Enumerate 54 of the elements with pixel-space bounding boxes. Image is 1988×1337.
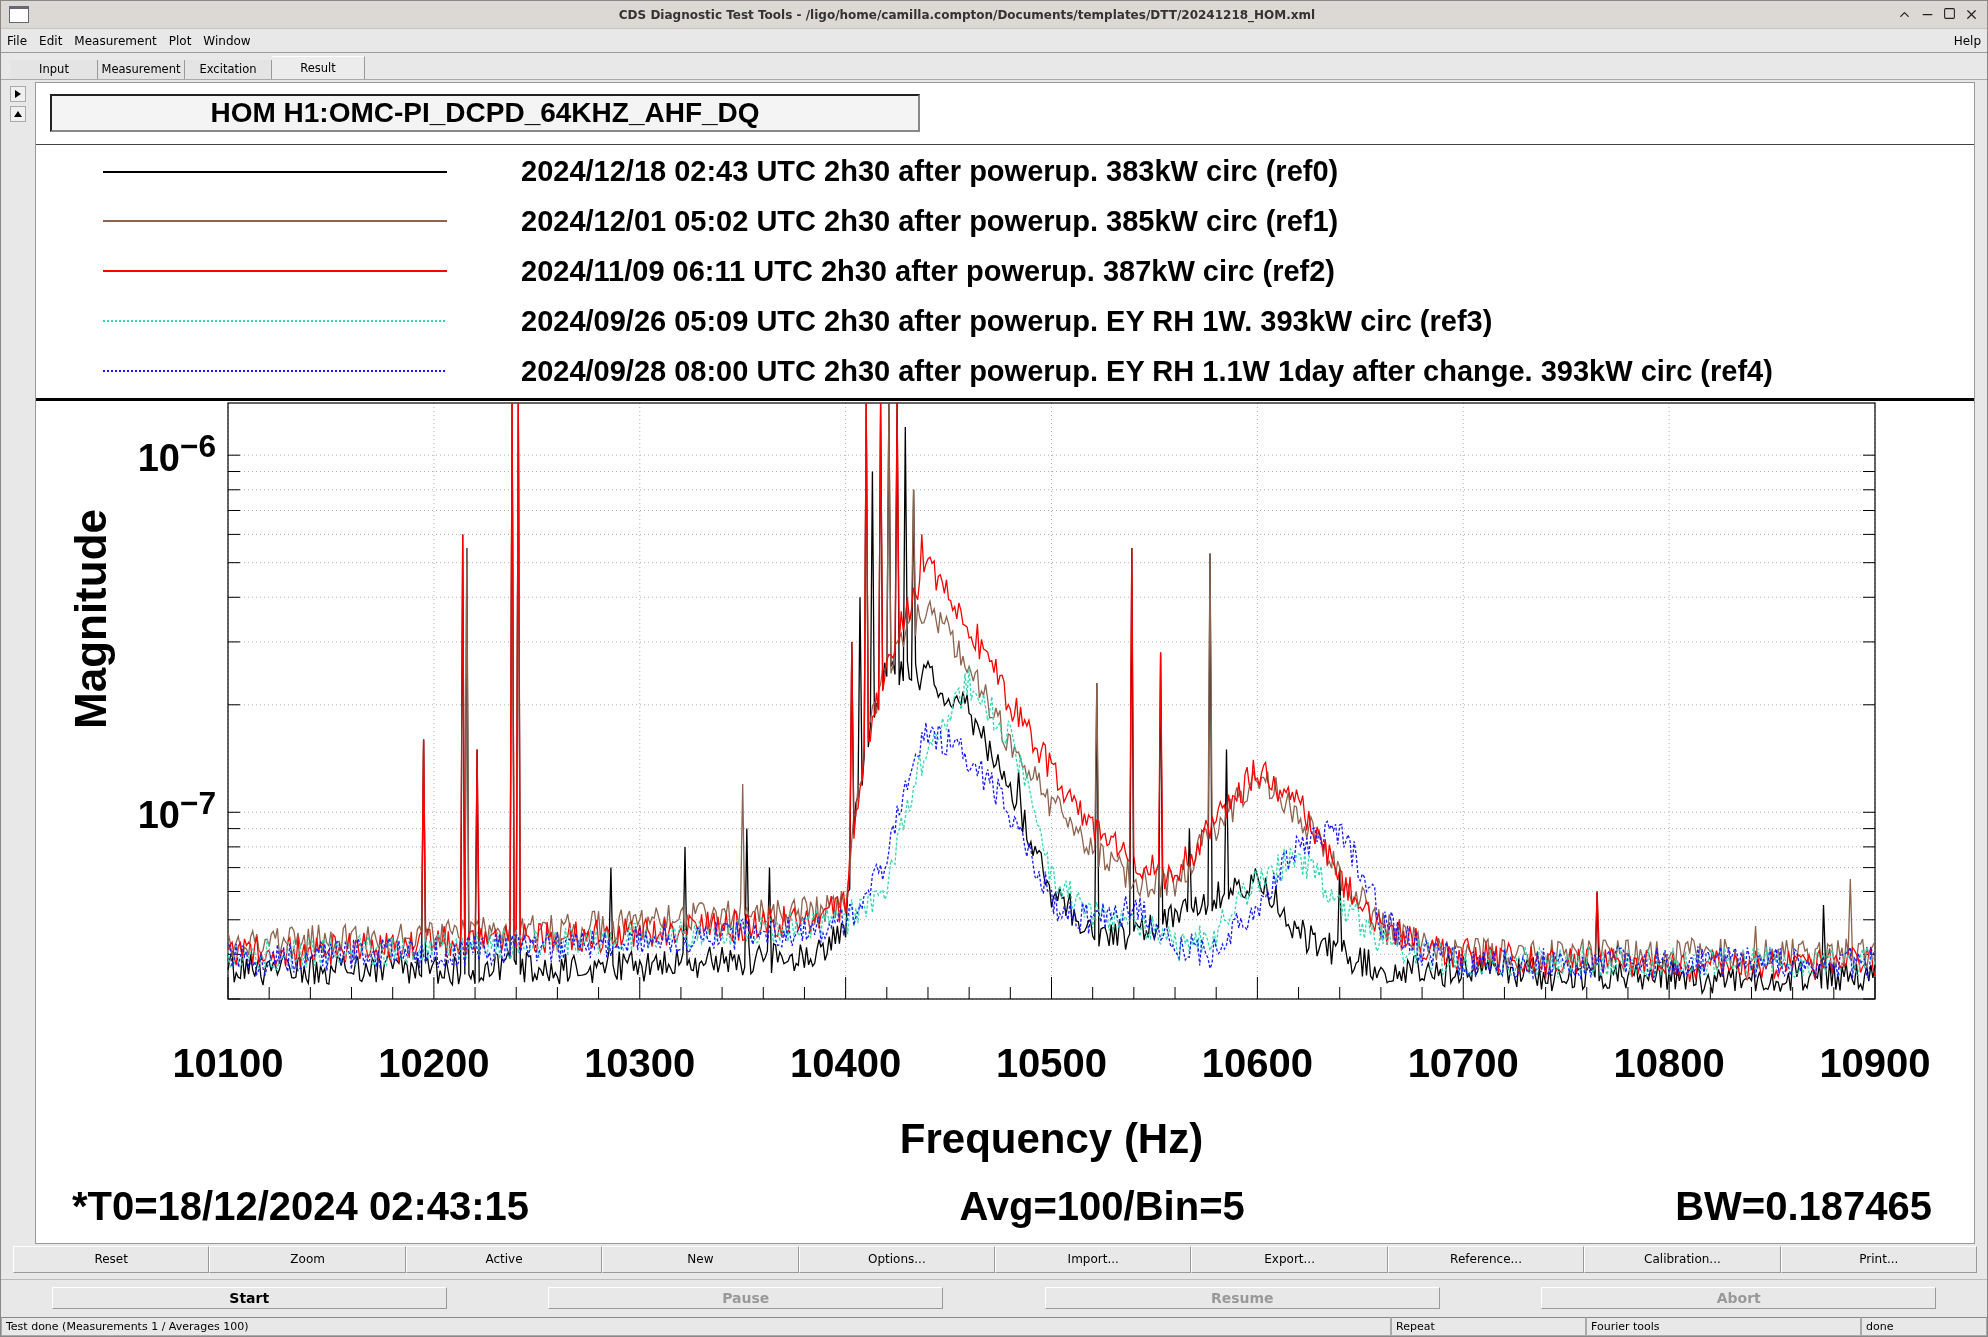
right-arrow-button[interactable] xyxy=(10,85,26,102)
tab[interactable]: Excitation xyxy=(185,59,272,79)
x-tick-label: 10300 xyxy=(584,1041,696,1086)
plot-button[interactable]: Calibration... xyxy=(1584,1245,1781,1273)
plot-button[interactable]: Active xyxy=(405,1245,603,1273)
plot-button[interactable]: Export... xyxy=(1191,1245,1388,1273)
plot-button[interactable]: Options... xyxy=(798,1245,996,1273)
status-field: Test done (Measurements 1 / Averages 100) xyxy=(1,1316,1391,1336)
plot-info-text: Avg=100/Bin=5 xyxy=(959,1184,1245,1230)
plot-button[interactable]: Zoom xyxy=(209,1245,406,1273)
plot-button[interactable]: New xyxy=(602,1245,799,1273)
plot-button[interactable]: Print... xyxy=(1780,1245,1978,1273)
menu-item[interactable]: Plot xyxy=(168,33,192,48)
x-tick-label: 10900 xyxy=(1819,1041,1931,1086)
plot-button[interactable]: Import... xyxy=(995,1245,1192,1273)
x-axis-title: Frequency (Hz) xyxy=(899,1115,1204,1163)
tab[interactable]: Result xyxy=(272,55,365,79)
up-arrow-button[interactable] xyxy=(10,105,26,122)
x-tick-label: 10200 xyxy=(378,1041,490,1086)
status-field: done xyxy=(1861,1316,1987,1336)
plot-button[interactable]: Reset xyxy=(13,1245,210,1273)
legend-label: 2024/09/28 08:00 UTC 2h30 after powerup. EY RH 1.1W 1day after change. 393kW circ (ref4) xyxy=(521,354,1774,388)
status-field: Fourier tools xyxy=(1586,1316,1861,1336)
x-tick-label: 10500 xyxy=(995,1041,1108,1086)
plot-info-text: BW=0.187465 xyxy=(1675,1184,1932,1230)
y-tick-label: 10$^{−6}$ xyxy=(137,437,216,472)
plot-info-text: *T0=18/12/2024 02:43:15 xyxy=(72,1184,530,1230)
window-title: CDS Diagnostic Test Tools - /ligo/home/camilla.compton/Documents/templates/DTT/20241218_HOM.xml xyxy=(617,7,1317,22)
plot-title: HOM H1:OMC-PI_DCPD_64KHZ_AHF_DQ xyxy=(50,94,920,133)
legend-label: 2024/09/26 05:09 UTC 2h30 after powerup. EY RH 1W. 393kW circ (ref3) xyxy=(521,304,1494,338)
right-triangle-icon xyxy=(15,89,21,98)
plot-button[interactable]: Reference... xyxy=(1387,1245,1585,1273)
maximize-icon[interactable] xyxy=(1943,7,1956,21)
legend-label: 2024/11/09 06:11 UTC 2h30 after powerup. 387kW circ (ref2) xyxy=(521,254,1336,288)
menu-item[interactable]: Help xyxy=(1953,33,1981,48)
menu-item[interactable]: Measurement xyxy=(74,33,157,48)
status-field: Repeat xyxy=(1391,1316,1586,1336)
up-triangle-icon xyxy=(14,110,22,117)
y-tick-label: 10$^{−7}$ xyxy=(137,794,216,829)
legend-label: 2024/12/01 05:02 UTC 2h30 after powerup. 385kW circ (ref1) xyxy=(521,205,1340,238)
x-tick-label: 10100 xyxy=(172,1041,284,1086)
menu-item[interactable]: Window xyxy=(203,33,251,48)
menu-item[interactable]: File xyxy=(7,33,28,48)
window-icon xyxy=(9,6,29,24)
x-tick-label: 10400 xyxy=(790,1041,902,1086)
y-axis-title: Magnitude xyxy=(66,509,115,730)
x-tick-label: 10800 xyxy=(1613,1041,1725,1086)
tab[interactable]: Measurement xyxy=(98,59,185,79)
tab[interactable]: Input xyxy=(11,59,98,79)
run-button[interactable]: Start xyxy=(51,1287,447,1310)
menu-item[interactable]: Edit xyxy=(39,33,63,48)
x-tick-label: 10700 xyxy=(1407,1041,1519,1086)
legend-label: 2024/12/18 02:43 UTC 2h30 after powerup. 383kW circ (ref0) xyxy=(521,155,1340,189)
x-tick-label: 10600 xyxy=(1201,1041,1313,1086)
